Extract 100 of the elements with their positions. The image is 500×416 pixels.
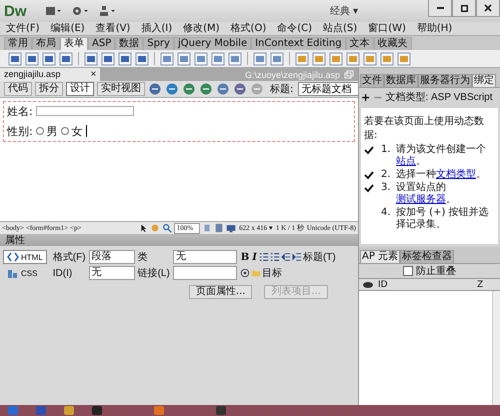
name-label: 姓名: — [7, 104, 33, 118]
id-label: ID(I) — [52, 268, 74, 278]
view-button[interactable]: 拆分 — [35, 82, 63, 96]
insert-tab[interactable]: 文本 — [346, 37, 374, 50]
checkbox[interactable] — [403, 266, 413, 276]
column-header: Z — [477, 280, 484, 290]
heading-label: 标题(T) — [302, 250, 336, 264]
step-number: 4. — [381, 207, 392, 218]
menu-item[interactable]: 修改(M) — [183, 22, 220, 35]
mode-button[interactable]: CSS — [3, 266, 47, 280]
numbered-list-icon[interactable] — [270, 252, 280, 262]
step-link[interactable]: 文档类型 — [436, 169, 476, 180]
maximize-icon — [460, 4, 468, 12]
format-label: 格式(F) — [52, 250, 86, 264]
menu-item[interactable]: 站点(S) — [323, 22, 358, 35]
taskbar-app-icon[interactable] — [90, 405, 104, 416]
close-icon — [484, 4, 492, 12]
id-dropdown[interactable]: 无 — [88, 266, 135, 280]
code-brackets-icon — [7, 251, 19, 263]
link-label: 链接(L) — [138, 266, 170, 280]
minimize-button[interactable] — [428, 0, 452, 17]
panel-tab[interactable]: 服务器行为 — [418, 74, 472, 87]
step-text: 选择一种文档类型。 — [396, 169, 487, 181]
gear-icon[interactable] — [72, 5, 88, 17]
insert-tab[interactable]: jQuery Mobile — [174, 37, 252, 50]
step-number: 3. — [381, 182, 392, 193]
name-field[interactable] — [36, 106, 134, 116]
workspace-switcher[interactable]: 经典 ▾ — [330, 4, 358, 18]
radio-button[interactable] — [36, 127, 44, 135]
view-button[interactable]: 实时视图 — [97, 82, 145, 96]
scrollbar[interactable] — [492, 291, 500, 405]
properties-title: 属性 — [5, 234, 25, 247]
instructions-heading: 若要在该页面上使用动态数据: — [364, 114, 485, 142]
css-icon — [7, 267, 19, 279]
insert-tab[interactable]: 表单 — [60, 37, 88, 50]
step-number: 1. — [381, 144, 392, 155]
insert-tab[interactable]: InContext Editing — [251, 37, 346, 50]
checkbox-label: 防止重叠 — [416, 264, 456, 278]
step-text: 设置站点的 测试服务器。 — [396, 182, 457, 206]
taskbar-app-icon[interactable] — [62, 405, 76, 416]
format-dropdown[interactable]: 段落 — [88, 250, 135, 264]
column-header: ID — [378, 280, 389, 290]
insert-tab[interactable]: 数据 — [115, 37, 144, 50]
indent-icon[interactable] — [292, 252, 302, 262]
insert-tab[interactable]: Spry — [143, 37, 174, 50]
link-field[interactable] — [172, 266, 237, 280]
menu-item[interactable]: 查看(V) — [96, 22, 130, 35]
menu-item[interactable]: 帮助(H) — [416, 22, 452, 35]
menu-item[interactable]: 格式(O) — [230, 22, 266, 35]
panel-tab[interactable]: 文件 — [360, 74, 384, 87]
document-tab-name[interactable]: zengjiajilu.asp — [4, 68, 61, 81]
insert-tab[interactable]: ASP — [88, 37, 116, 50]
minimize-icon — [436, 7, 444, 9]
layout-menu-icon[interactable] — [44, 5, 62, 17]
menu-item[interactable]: 命令(C) — [277, 22, 312, 35]
mode-button[interactable]: HTML — [3, 250, 47, 264]
bullet-list-icon[interactable] — [258, 252, 269, 262]
add-button[interactable]: + — [361, 90, 370, 104]
site-menu-icon[interactable] — [98, 5, 116, 17]
menu-item[interactable]: 编辑(E) — [50, 22, 85, 35]
target-label: 目标 — [262, 266, 282, 280]
italic-button[interactable]: I — [251, 252, 258, 262]
menu-item[interactable]: 文件(F) — [6, 22, 40, 35]
view-button[interactable]: 代码 — [4, 82, 32, 96]
bold-button[interactable]: B — [240, 252, 250, 262]
app-logo: Dw — [4, 2, 26, 20]
desktop-size-icon[interactable] — [226, 223, 236, 233]
title-field[interactable]: 无标题文档 — [298, 82, 358, 96]
maximize-button[interactable] — [452, 0, 476, 17]
insert-tab[interactable]: 常用 — [4, 37, 32, 50]
step-text: 按加号 (+) 按钮并选择记录集。 — [396, 207, 490, 231]
radio-label: 女 — [72, 124, 83, 138]
radio-label: 男 — [46, 124, 58, 138]
class-label: 类 — [138, 250, 149, 264]
zoom-icon[interactable] — [162, 223, 172, 233]
panel-tab[interactable]: 标签检查器 — [400, 250, 454, 263]
step-link[interactable]: 测试服务器 — [396, 194, 446, 205]
panel-tab[interactable]: 绑定 — [472, 74, 496, 87]
step-number: 2. — [381, 169, 392, 180]
insert-tab[interactable]: 收藏夹 — [374, 37, 412, 50]
panel-tab[interactable]: 数据库 — [384, 74, 418, 87]
close-button[interactable] — [476, 0, 500, 17]
document-type: 文档类型: ASP VBScript — [385, 90, 493, 104]
class-dropdown[interactable]: 无 — [172, 250, 237, 264]
panel-tab[interactable]: AP 元素 — [360, 250, 400, 263]
document-tab[interactable]: zengjiajilu.asp × — [0, 68, 100, 81]
view-button[interactable]: 设计 — [66, 82, 94, 96]
page-properties-button[interactable]: 页面属性... — [188, 285, 252, 299]
menu-item[interactable]: 插入(I) — [141, 22, 172, 35]
tab-close-button[interactable]: × — [90, 68, 96, 81]
text-cursor — [86, 125, 87, 137]
outdent-icon[interactable] — [280, 252, 291, 262]
insert-tab[interactable]: 布局 — [32, 37, 60, 50]
file-path: G:\zuoye\zengjiajilu.asp — [244, 70, 340, 80]
step-link[interactable]: 站点 — [396, 156, 416, 167]
step-text: 请为该文件创建一个 站点。 — [396, 144, 487, 168]
gender-label: 性别: — [7, 124, 33, 138]
radio-button[interactable] — [60, 127, 69, 135]
title-label: 标题: — [270, 82, 294, 96]
menu-item[interactable]: 窗口(W) — [368, 22, 406, 35]
